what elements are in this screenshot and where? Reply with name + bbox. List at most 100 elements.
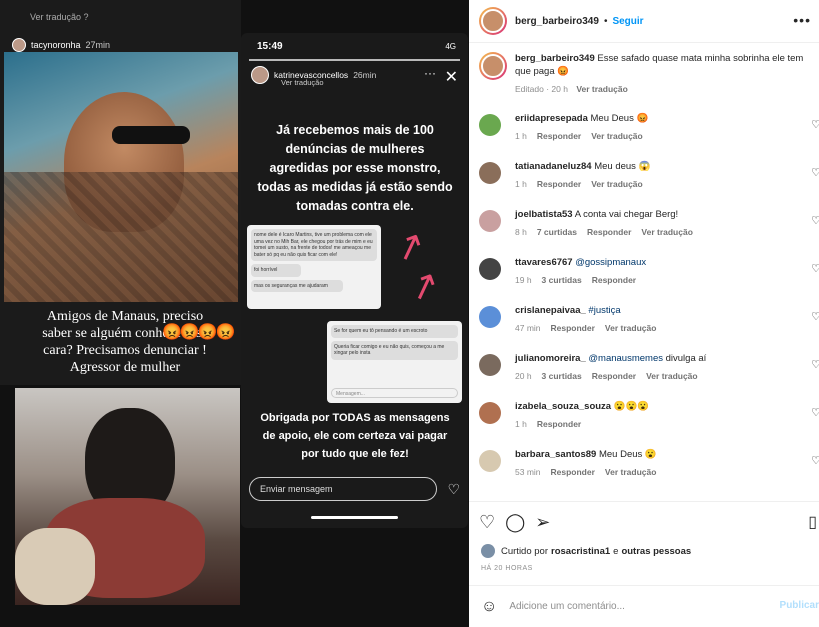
comment-time: 8 h — [515, 227, 527, 237]
comment-username[interactable]: izabela_souza_souza — [515, 401, 611, 412]
comment-meta: 1 h Responder — [515, 418, 649, 431]
comment-heart-icon[interactable]: ♡ — [811, 262, 819, 275]
comment-heart-icon[interactable]: ♡ — [811, 118, 819, 131]
publish-button[interactable]: Publicar — [780, 600, 819, 611]
comment-reply-button[interactable]: Responder — [551, 323, 595, 333]
more-icon[interactable]: ••• — [793, 12, 811, 28]
follow-button[interactable]: Seguir — [612, 16, 643, 27]
comment-heart-icon[interactable]: ♡ — [811, 358, 819, 371]
post-caption: berg_barbeiro349 Esse safado quase mata … — [479, 52, 809, 96]
comment-avatar[interactable] — [479, 306, 501, 328]
photo-figure-blonde — [15, 528, 95, 605]
comment-username[interactable]: tatianadaneluz84 — [515, 161, 592, 172]
comment-username[interactable]: eriidapresepada — [515, 113, 588, 124]
author-avatar[interactable] — [479, 7, 507, 35]
comment-heart-icon[interactable]: ♡ — [811, 214, 819, 227]
comment-time: 1 h — [515, 131, 527, 141]
comment-meta: 20 h 3 curtidas Responder Ver tradução — [515, 370, 708, 383]
bookmark-icon[interactable]: ▯ — [808, 512, 817, 532]
comment-icon[interactable]: ◯ — [505, 512, 525, 533]
comment-translate-link[interactable]: Ver tradução — [641, 227, 693, 237]
comment-reply-button[interactable]: Responder — [537, 179, 581, 189]
comment-avatar[interactable] — [479, 402, 501, 424]
comment-translate-link[interactable]: Ver tradução — [646, 371, 698, 381]
phone-time: 15:49 — [257, 41, 283, 52]
comment-translate-link[interactable]: Ver tradução — [591, 179, 643, 189]
comment-meta: 53 min Responder Ver tradução — [515, 466, 666, 479]
faded-translate-text: Ver tradução ? — [30, 12, 89, 22]
caption-body: berg_barbeiro349 Esse safado quase mata … — [515, 52, 809, 96]
comment-mention[interactable]: @gossipmanaux — [575, 257, 646, 268]
sunglasses — [112, 126, 190, 144]
comment-time: 53 min — [515, 467, 541, 477]
comment-likes[interactable]: 3 curtidas — [542, 371, 582, 381]
story-left-user: tacynoronha 27min — [12, 38, 110, 52]
chat1-message: mas os seguranças me ajudaram — [251, 279, 343, 292]
comment-heart-icon[interactable]: ♡ — [811, 406, 819, 419]
chat-screenshot-2: Se for quem eu tô pensando é um escroto … — [327, 321, 462, 403]
caption-username[interactable]: berg_barbeiro349 — [515, 53, 595, 64]
comment-time: 1 h — [515, 179, 527, 189]
liked-by: Curtido por rosacristina1 e outras pesso… — [481, 544, 694, 558]
comment-username[interactable]: barbara_santos89 — [515, 449, 596, 460]
comment-reply-button[interactable]: Responder — [587, 227, 631, 237]
author-username[interactable]: berg_barbeiro349 — [515, 16, 599, 27]
story-right-translate: Ver tradução — [281, 78, 324, 87]
post-time-ago: HÁ 20 HORAS — [481, 565, 533, 572]
comment-reply-button[interactable]: Responder — [537, 131, 581, 141]
heart-icon[interactable]: ♡ — [479, 512, 495, 533]
comment-username[interactable]: ttavares6767 — [515, 257, 573, 268]
comment-avatar[interactable] — [479, 210, 501, 232]
comment-likes[interactable]: 7 curtidas — [537, 227, 577, 237]
post-media: Ver tradução ? tacynoronha 27min 😡😡😡😡 Am… — [0, 0, 469, 627]
comment-avatar[interactable] — [479, 162, 501, 184]
story-close-icon: ✕ — [444, 69, 458, 86]
comment-reply-button[interactable]: Responder — [551, 467, 595, 477]
comment-username[interactable]: joelbatista53 — [515, 209, 573, 220]
comment-heart-icon[interactable]: ♡ — [811, 454, 819, 467]
comment-reply-button[interactable]: Responder — [592, 371, 636, 381]
action-icons: ♡ ◯ ➢ — [479, 512, 550, 533]
story-send-message-field: Enviar mensagem — [249, 477, 437, 501]
comment-text: Meu deus 😱 — [594, 161, 651, 172]
liked-by-avatar — [481, 544, 495, 558]
comment-username[interactable]: julianomoreira_ — [515, 353, 586, 364]
injured-woman-photo — [15, 388, 240, 605]
comment-likes[interactable]: 3 curtidas — [542, 275, 582, 285]
comment-avatar[interactable] — [479, 354, 501, 376]
comment-row: tatianadaneluz84 Meu deus 😱 1 h Responder V… — [479, 160, 819, 208]
comment-body: ttavares6767 @gossipmanaux 19 h 3 curtidas… — [515, 256, 646, 304]
share-icon[interactable]: ➢ — [535, 512, 550, 533]
comment-avatar[interactable] — [479, 450, 501, 472]
comment-time: 20 h — [515, 371, 532, 381]
comment-mention[interactable]: @manausmemes — [588, 353, 663, 364]
liked-by-user[interactable]: rosacristina1 — [551, 546, 610, 557]
comment-avatar[interactable] — [479, 258, 501, 280]
comment-translate-link[interactable]: Ver tradução — [605, 323, 657, 333]
story-more-icon: ··· — [424, 66, 436, 80]
comment-avatar[interactable] — [479, 114, 501, 136]
caption-meta: Editado · 20 h Ver tradução — [515, 83, 809, 96]
comment-body: crislanepaivaa_ #justiça 47 min Responder V… — [515, 304, 666, 352]
comment-mention[interactable]: #justiça — [588, 305, 620, 316]
comment-reply-button[interactable]: Responder — [592, 275, 636, 285]
comment-row: barbara_santos89 Meu Deus 😮 53 min Respond… — [479, 448, 819, 496]
comment-meta: 19 h 3 curtidas Responder — [515, 274, 646, 287]
action-bar: ♡ ◯ ➢ ▯ Curtido por rosacristina1 e outr… — [469, 501, 819, 561]
add-comment-input[interactable]: Adicione um comentário... — [509, 601, 625, 612]
comment-meta: 8 h 7 curtidas Responder Ver tradução — [515, 226, 703, 239]
emoji-icon[interactable]: ☺ — [481, 598, 497, 616]
caption-translate-link[interactable]: Ver tradução — [576, 84, 628, 94]
comment-username[interactable]: crislanepaivaa_ — [515, 305, 586, 316]
comment-translate-link[interactable]: Ver tradução — [605, 467, 657, 477]
comment-heart-icon[interactable]: ♡ — [811, 166, 819, 179]
comment-reply-button[interactable]: Responder — [537, 419, 581, 429]
comment-translate-link[interactable]: Ver tradução — [591, 131, 643, 141]
caption-avatar[interactable] — [479, 52, 507, 80]
liked-by-others[interactable]: outras pessoas — [621, 546, 691, 557]
comment-meta: 47 min Responder Ver tradução — [515, 322, 666, 335]
instagram-post-modal: Ver tradução ? tacynoronha 27min 😡😡😡😡 Am… — [0, 0, 819, 627]
story-screenshot-left: Ver tradução ? tacynoronha 27min 😡😡😡😡 Am… — [0, 0, 241, 385]
comment-heart-icon[interactable]: ♡ — [811, 310, 819, 323]
phone-status: 4G — [445, 42, 456, 51]
